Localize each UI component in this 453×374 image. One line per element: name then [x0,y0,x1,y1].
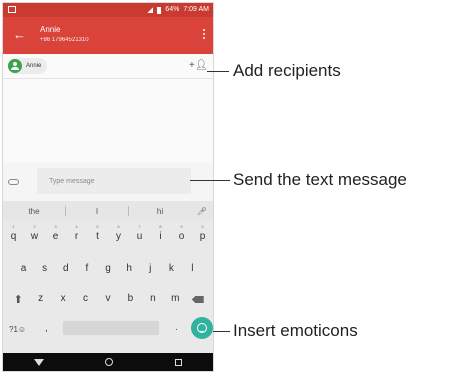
app-bar: ← Annie +86 17964521310 [3,17,213,54]
microphone-icon[interactable]: 🎤︎ [191,207,213,216]
key[interactable]: a [15,263,33,274]
callout-insert-emoticons: Insert emoticons [233,321,358,340]
battery-icon [157,6,162,14]
navigation-bar [3,353,213,371]
backspace-icon[interactable] [189,293,207,306]
key[interactable]: h [120,263,138,274]
key[interactable]: 4r [68,224,86,242]
contact-name: Annie [40,25,61,34]
key[interactable]: v [99,293,117,306]
emoticon-button[interactable] [191,317,213,339]
key[interactable]: 3e [47,224,65,242]
message-input[interactable] [37,168,191,194]
contact-number: +86 17964521310 [40,37,89,43]
key[interactable]: 7u [131,224,149,242]
clock: 7:09 AM [183,6,209,13]
key[interactable]: 1q [5,224,23,242]
callout-send-text: Send the text message [233,170,407,189]
key[interactable]: m [166,293,184,306]
battery-level: 64% [165,6,180,13]
key[interactable]: j [141,263,159,274]
nav-home-icon[interactable] [105,358,114,366]
key[interactable]: g [99,263,117,274]
key[interactable]: 8i [152,224,170,242]
suggestion-2[interactable]: I [66,207,128,216]
recipient-row: Annie +👤︎ [3,54,213,79]
callout-line-send [190,180,230,181]
key-row-1: 1q 2w 3e 4r 5t 6y 7u 8i 9o 0p [3,224,213,242]
comma-key[interactable]: , [45,323,48,334]
key[interactable]: c [77,293,95,306]
callout-add-recipients: Add recipients [233,61,341,80]
symbols-key[interactable]: ?1☺ [9,325,26,334]
phone-screen: 64% 7:09 AM ← Annie +86 17964521310 Anni… [2,2,214,372]
key[interactable]: l [183,263,201,274]
key[interactable]: 9o [173,224,191,242]
suggestion-1[interactable]: the [3,207,65,216]
nav-recents-icon[interactable] [175,358,183,366]
message-thread [3,79,213,163]
smiley-icon [197,323,207,333]
keyboard: the I hi 🎤︎ 1q 2w 3e 4r 5t 6y 7u 8i 9o 0… [3,201,213,355]
key[interactable]: f [78,263,96,274]
compose-bar [3,163,213,201]
suggestion-strip: the I hi 🎤︎ [3,201,213,221]
spacebar[interactable] [63,321,159,335]
callout-line-emoticons [213,331,230,332]
key[interactable]: 0p [194,224,212,242]
key[interactable]: z [32,293,50,306]
key[interactable]: 5t [89,224,107,242]
status-indicators: 64% 7:09 AM [147,6,209,14]
attachment-icon[interactable] [8,179,19,185]
add-person-icon[interactable]: +👤︎ [189,61,208,71]
key-row-2: a s d f g h j k l [3,263,213,274]
shift-icon[interactable]: ⬆︎ [9,293,27,306]
recipient-chip[interactable]: Annie [8,58,48,74]
key-row-3: ⬆︎ z x c v b n m [3,293,213,306]
back-arrow-icon[interactable]: ← [13,28,26,41]
suggestion-3[interactable]: hi [129,207,191,216]
key[interactable]: n [144,293,162,306]
period-key[interactable]: . [175,322,178,333]
contact-avatar-icon [8,59,22,73]
key[interactable]: d [57,263,75,274]
nav-back-icon[interactable] [33,358,44,366]
overflow-menu-icon[interactable] [203,29,206,41]
signal-icon [147,7,154,13]
notification-icon [8,6,16,13]
status-bar: 64% 7:09 AM [3,3,213,17]
key[interactable]: k [162,263,180,274]
recipient-chip-label: Annie [26,63,42,69]
key[interactable]: x [54,293,72,306]
key[interactable]: b [121,293,139,306]
key[interactable]: s [36,263,54,274]
callout-line-add [207,71,229,72]
key[interactable]: 6y [110,224,128,242]
key[interactable]: 2w [26,224,44,242]
